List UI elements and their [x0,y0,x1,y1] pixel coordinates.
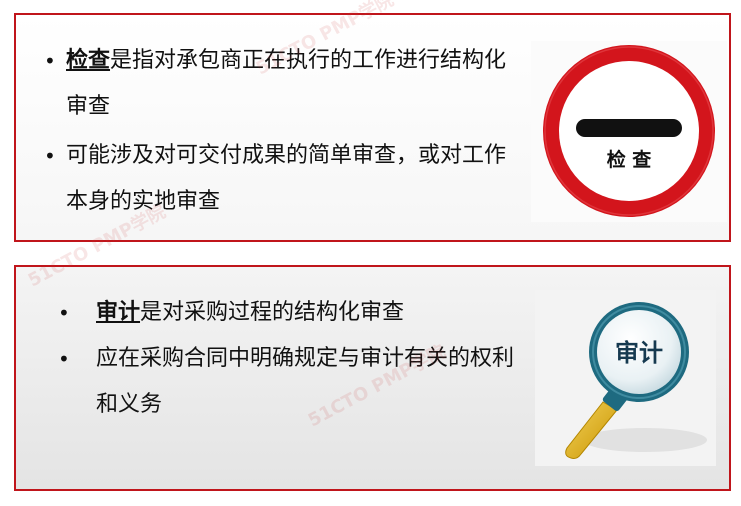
audit-panel: • 审计是对采购过程的结构化审查 • 应在采购合同中明确规定与审计有关的权利和义… [14,265,731,491]
sign-label: 检 查 [607,148,653,171]
audit-bullets: • 审计是对采购过程的结构化审查 • 应在采购合同中明确规定与审计有关的权利和义… [58,290,516,428]
inspection-scope-text: 可能涉及对可交付成果的简单审查，或对工作本身的实地审查 [66,143,507,214]
audit-term: 审计 [96,300,141,325]
magnifier-icon: 审计 [535,290,716,466]
inspection-bullet-scope: • 可能涉及对可交付成果的简单审查，或对工作本身的实地审查 [44,133,516,225]
no-entry-sign-icon: 检 查 [531,41,727,222]
magnifier-label: 审计 [615,339,663,367]
audit-rights-text: 应在采购合同中明确规定与审计有关的权利和义务 [96,346,515,417]
inspection-definition-text: 是指对承包商正在执行的工作进行结构化审查 [66,48,507,119]
inspection-term: 检查 [66,48,111,73]
bullet-dot: • [44,144,56,168]
bullet-dot: • [44,49,56,73]
inspection-panel: • 检查是指对承包商正在执行的工作进行结构化审查 • 可能涉及对可交付成果的简单… [14,13,731,242]
audit-bullet-rights: • 应在采购合同中明确规定与审计有关的权利和义务 [58,336,516,428]
audit-bullet-definition: • 审计是对采购过程的结构化审查 [58,290,516,336]
bullet-dot: • [58,301,70,325]
bullet-dot: • [58,347,70,371]
inspection-bullets: • 检查是指对承包商正在执行的工作进行结构化审查 • 可能涉及对可交付成果的简单… [44,38,516,225]
inspection-bullet-definition: • 检查是指对承包商正在执行的工作进行结构化审查 [44,38,516,130]
audit-definition-text: 是对采购过程的结构化审查 [140,300,405,325]
